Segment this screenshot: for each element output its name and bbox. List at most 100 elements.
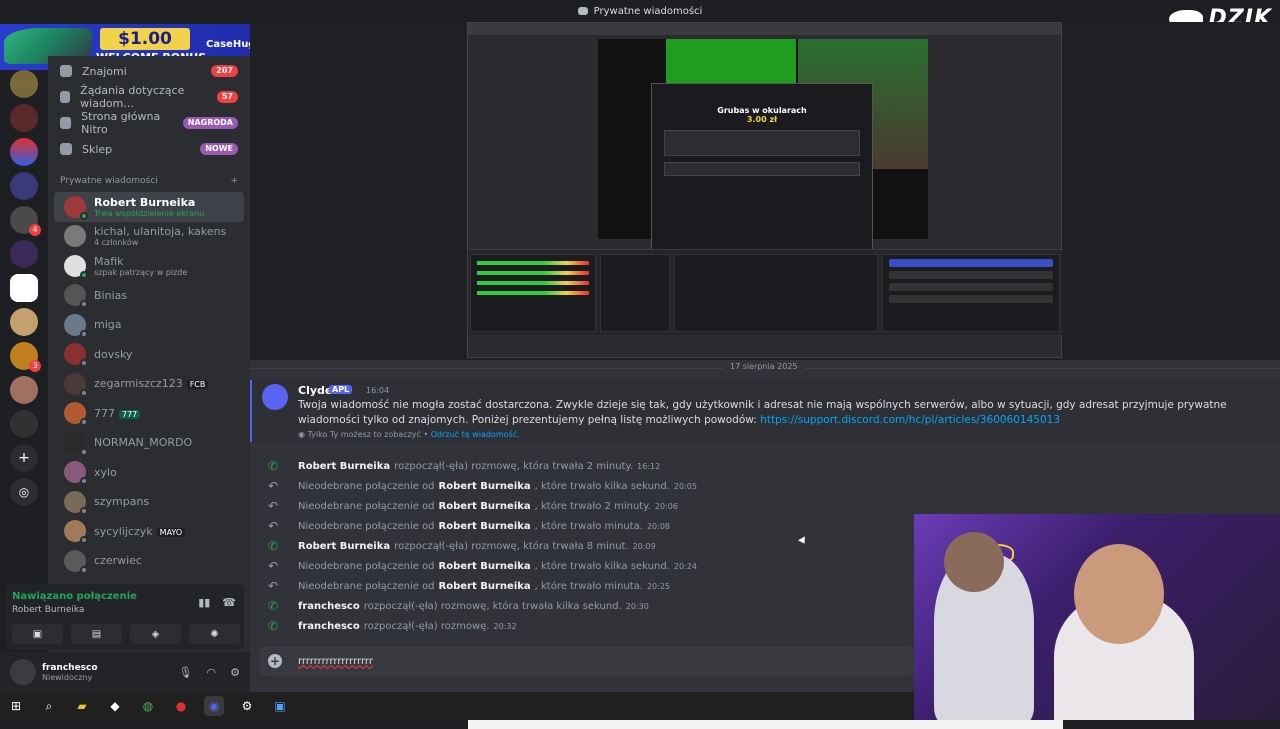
call-user[interactable]: Robert Burneika <box>298 461 390 472</box>
add-attachment-icon[interactable]: + <box>268 654 282 668</box>
avatar <box>262 384 288 410</box>
call-text: , które trwało kilka sekund. <box>534 560 670 572</box>
chrome-icon[interactable]: ◍ <box>138 696 158 716</box>
discover-icon[interactable]: ◎ <box>10 478 38 506</box>
dm-item[interactable]: miga <box>54 310 244 340</box>
dm-item[interactable]: Mafik szpak patrzący w pizde <box>54 251 244 281</box>
dm-item[interactable]: sycylijczyk MAYO <box>54 517 244 547</box>
nav-nitro[interactable]: Strona główna Nitro NAGRODA <box>48 110 250 136</box>
avatar <box>64 343 88 368</box>
app-icon[interactable]: ● <box>171 696 191 716</box>
dm-name: xylo <box>94 465 117 479</box>
missed-call-icon: ↶ <box>267 519 279 533</box>
discord-icon <box>577 7 588 15</box>
call-text: , które trwało 2 minuty. <box>534 500 651 512</box>
server-icon[interactable] <box>10 410 38 438</box>
call-user[interactable]: franchesco <box>298 601 360 612</box>
dm-item[interactable]: czerwiec <box>54 546 244 576</box>
discord-taskbar-icon[interactable]: ◉ <box>204 696 224 716</box>
call-user[interactable]: Robert Burneika <box>439 581 531 592</box>
server-icon[interactable] <box>10 138 38 166</box>
call-prefix: Nieodebrane połączenie od <box>298 580 435 592</box>
add-dm-icon[interactable]: + <box>230 176 238 186</box>
avatar <box>64 520 88 545</box>
server-icon[interactable]: 4 <box>10 206 41 236</box>
headphones-icon[interactable]: ◠ <box>207 666 217 679</box>
app-icon[interactable]: ◆ <box>105 696 125 716</box>
call-log-row: ✆ franchesco rozpoczął(-ęła) rozmowę, któr… <box>250 596 910 616</box>
dm-name: czerwiec <box>94 554 142 568</box>
call-user[interactable]: Robert Burneika <box>439 561 531 572</box>
dismiss-link[interactable]: Odrzuć tę wiadomość. <box>431 430 520 439</box>
message-composer[interactable]: + rrrrrrrrrrrrrrrrrrr <box>260 646 914 676</box>
server-icon[interactable] <box>10 308 38 336</box>
call-user[interactable]: Robert Burneika <box>439 501 531 512</box>
file-explorer-icon[interactable]: ▰ <box>72 696 92 716</box>
person-right-head <box>1074 544 1164 644</box>
avatar <box>64 490 88 515</box>
activity-button[interactable]: ◈ <box>130 624 181 644</box>
stream-view[interactable]: Grubas w okularach 3.00 zł <box>250 22 1280 729</box>
add-server-icon[interactable]: + <box>10 444 38 472</box>
call-time: 16:12 <box>637 461 661 471</box>
avatar <box>64 195 88 220</box>
settings-gear-icon[interactable]: ⚙ <box>230 666 240 679</box>
message-time: 16:04 <box>366 386 390 395</box>
settings-icon[interactable]: ⚙ <box>237 696 257 716</box>
support-link[interactable]: https://support.discord.com/hc/pl/articl… <box>760 414 1060 426</box>
server-icon[interactable] <box>10 274 38 302</box>
screen-share-button[interactable]: ▤ <box>71 624 122 644</box>
obs-sources <box>600 254 670 332</box>
signal-icon[interactable]: ▮▮ <box>198 596 210 609</box>
app-badge: APL <box>329 385 353 394</box>
promo-amount: $1.00 <box>100 28 190 50</box>
shop-badge: NOWE <box>200 143 238 155</box>
call-user[interactable]: Robert Burneika <box>298 541 390 552</box>
soundboard-button[interactable]: ✺ <box>189 624 240 644</box>
server-icon[interactable] <box>10 104 38 132</box>
dm-item[interactable]: Robert Burneika Trwa współdzielenie ekran… <box>54 192 244 222</box>
dm-item[interactable]: 777 777 <box>54 399 244 429</box>
obs-dialog-title: Grubas w okularach <box>717 106 807 115</box>
dm-item[interactable]: xylo <box>54 458 244 488</box>
call-log-row: ↶ Nieodebrane połączenie od Robert Burneik… <box>250 556 910 576</box>
avatar[interactable] <box>10 659 36 685</box>
mic-icon[interactable]: 🎙 <box>179 666 193 679</box>
gamepad-icon: ◈ <box>151 628 160 640</box>
dm-name: szympans <box>94 495 150 509</box>
dm-item[interactable]: Binias <box>54 281 244 311</box>
app-icon[interactable]: ▣ <box>270 696 290 716</box>
mention-badge: 3 <box>29 360 41 372</box>
dm-item[interactable]: zegarmiszcz123 FCB <box>54 369 244 399</box>
message-input[interactable]: rrrrrrrrrrrrrrrrrrr <box>298 656 373 667</box>
server-icon[interactable]: 3 <box>10 342 41 372</box>
server-icon[interactable] <box>10 172 38 200</box>
screen-share-icon: ▤ <box>91 628 102 640</box>
hangup-icon[interactable]: ☎ <box>222 596 236 609</box>
avatar <box>64 402 88 427</box>
server-icon[interactable] <box>10 70 38 98</box>
dm-item[interactable]: NORMAN_MORDO <box>54 428 244 458</box>
server-icon[interactable] <box>10 376 38 404</box>
call-log-row: ↶ Nieodebrane połączenie od Robert Burneik… <box>250 516 910 536</box>
camera-button[interactable]: ▣ <box>12 624 63 644</box>
dm-tag: FCB <box>186 380 209 390</box>
missed-call-icon: ↶ <box>267 499 279 513</box>
call-log-row: ✆ Robert Burneika rozpoczął(-ęła) rozmowę,… <box>250 456 910 476</box>
call-user[interactable]: Robert Burneika <box>439 521 531 532</box>
call-user[interactable]: franchesco <box>298 621 360 632</box>
call-user[interactable]: Robert Burneika <box>439 481 531 492</box>
call-time: 20:09 <box>632 541 656 551</box>
server-icon[interactable] <box>10 240 38 268</box>
search-icon[interactable]: ⌕ <box>39 696 59 716</box>
windows-start-icon[interactable]: ⊞ <box>6 696 26 716</box>
nav-message-requests[interactable]: Żądania dotyczące wiadom... 57 <box>48 84 250 110</box>
dm-item[interactable]: dovsky <box>54 340 244 370</box>
nav-shop[interactable]: Sklep NOWE <box>48 136 250 162</box>
window-titlebar: Prywatne wiadomości <box>0 0 1280 22</box>
dm-item[interactable]: kichal, ulanitoja, kakens 4 członków <box>54 222 244 252</box>
dm-item[interactable]: szympans <box>54 487 244 517</box>
message-author[interactable]: Clyde <box>298 384 332 397</box>
nav-friends[interactable]: Znajomi 207 <box>48 58 250 84</box>
call-time: 20:24 <box>673 561 697 571</box>
